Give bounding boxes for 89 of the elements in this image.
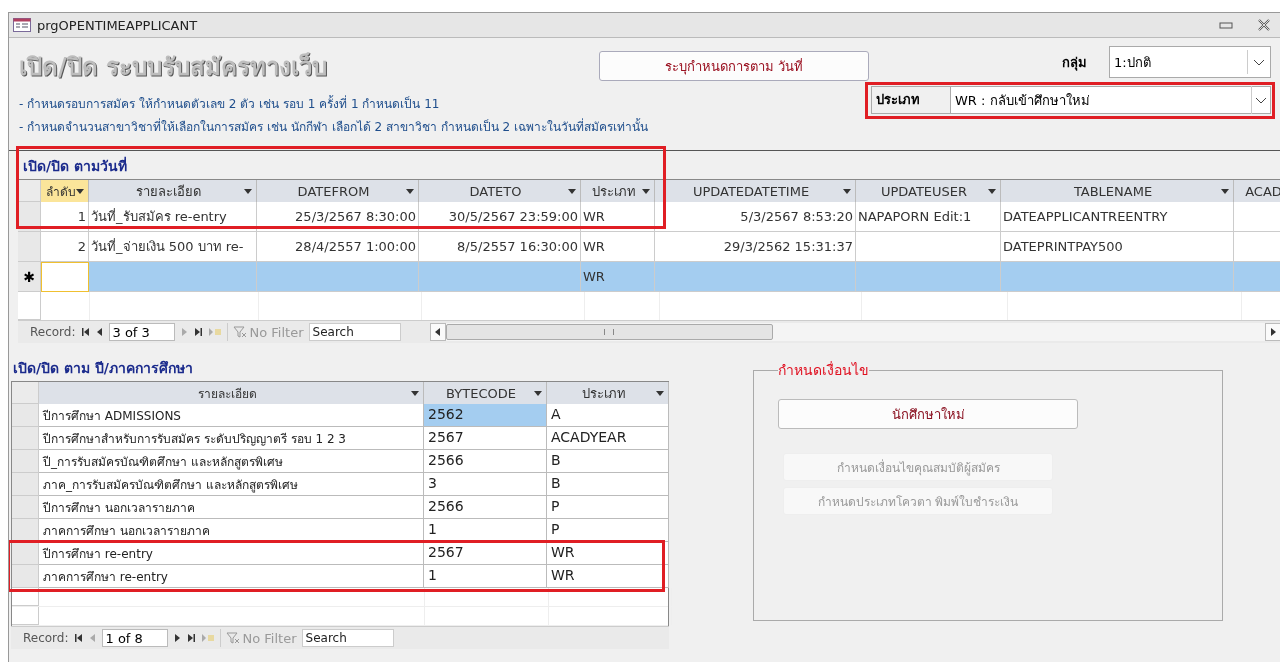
schedule-button[interactable]: ระบุกำหนดการตาม วันที่ [599,51,869,81]
sort-caret-icon[interactable] [244,188,252,194]
table-cell: P [547,519,669,542]
table-cell: 2566 [424,496,547,519]
table-cell: WR [581,232,655,262]
filter-icon [232,326,247,338]
close-icon[interactable] [1257,19,1271,31]
table-cell: 2567 [424,542,547,565]
table-cell: B [547,450,669,473]
first-record-icon[interactable] [73,633,84,643]
record-selector[interactable] [12,542,39,565]
window-title: prgOPENTIMEAPPLICANT [37,17,198,33]
table-cell: ปีการศึกษาสำหรับการรับสมัคร ระดับปริญญาตรี รอบ 1 2 3 [39,427,424,450]
table-cell: 8/5/2557 16:30:00 [419,232,581,262]
last-record-icon[interactable] [185,633,196,643]
table-cell: ภาคการศึกษา re-entry [39,565,424,588]
new-record-marker[interactable]: ✱ [18,262,41,292]
instruction-note: - กำหนดรอบการสมัคร ให้กำหนดตัวเลข 2 ตัว เช่น รอบ 1 ครั้งที่ 1 กำหนดเป็น 11 [19,94,441,113]
record-number-field[interactable]: 1 of 8 [101,629,168,647]
table-cell: 2566 [424,450,547,473]
sort-caret-icon[interactable] [642,188,650,194]
horizontal-scrollbar[interactable] [429,323,1280,341]
first-record-icon[interactable] [80,327,91,337]
sort-caret-icon[interactable] [76,188,84,194]
table-cell: 3 [424,473,547,496]
scrollbar-thumb[interactable] [445,324,773,340]
condition-button[interactable]: นักศึกษาใหม่ [778,399,1078,429]
form-icon [13,18,31,32]
search-field[interactable]: Search [301,629,394,647]
section-title: เปิด/ปิด ตามวันที่ [22,155,128,176]
record-label: Record: [30,325,76,339]
column-header[interactable]: ลำดับ [41,180,89,202]
table-cell [1234,262,1280,292]
table-cell: ปี_การรับสมัครบัณฑิตศึกษา และหลักสูตรพิเศษ [39,450,424,473]
scroll-right-icon[interactable] [1265,323,1280,341]
panel-title: กำหนดเงื่อนไข [778,360,869,380]
table-cell: ปีการศึกษา ADMISSIONS [39,404,424,427]
table-cell: WR [581,262,655,292]
type-dropdown[interactable]: WR : กลับเข้าศึกษาใหม่ [950,86,1271,114]
table-cell: B [547,473,669,496]
sort-caret-icon[interactable] [534,390,542,396]
form-heading: เปิด/ปิด ระบบรับสมัครทางเว็บ [19,51,329,83]
table-cell: ภาคการศึกษา นอกเวลารายภาค [39,519,424,542]
sort-caret-icon[interactable] [406,188,414,194]
table-cell: WR [547,542,669,565]
group-dropdown[interactable]: 1:ปกติ [1109,46,1271,78]
table-cell: A [547,404,669,427]
table-cell: ปีการศึกษา นอกเวลารายภาค [39,496,424,519]
search-field[interactable]: Search [308,323,401,341]
sort-caret-icon[interactable] [568,188,576,194]
sort-caret-icon[interactable] [656,390,664,396]
table-cell: 2562 [424,404,547,427]
table-cell: 5/3/2567 8:53:20 [655,202,856,232]
table-cell [41,262,89,292]
sort-caret-icon[interactable] [411,390,419,396]
instruction-note: - กำหนดจำนวนสาขาวิชาที่ให้เลือกในการสมัคร เช่น นักกีฬา เลือกได้ 2 สาขาวิชา กำหนดเป็น 2 เฉพาะในวันที่สมัครเท่านั้น [19,117,649,136]
sort-caret-icon[interactable] [1221,188,1229,194]
table-cell: 2 [41,232,89,262]
last-record-icon[interactable] [192,327,203,337]
table-cell: P [547,496,669,519]
record-selector[interactable] [12,519,39,542]
table-cell: 28/4/2557 1:00:00 [257,232,419,262]
filter-icon [225,632,240,644]
previous-record-icon[interactable] [95,327,104,337]
column-header[interactable]: รายละเอียด [39,382,424,404]
group-label: กลุ่ม [1062,53,1087,73]
table-cell: WR [547,565,669,588]
sort-caret-icon[interactable] [843,188,851,194]
table-cell: 2567 [424,427,547,450]
record-label: Record: [23,631,69,645]
minimize-icon[interactable] [1219,20,1233,30]
type-label: ประเภท [871,86,950,114]
table-cell: 1 [424,519,547,542]
section-title: เปิด/ปิด ตาม ปี/ภาคการศึกษา [12,359,194,378]
table-cell: ภาค_การรับสมัครบัณฑิตศึกษา และหลักสูตรพิเศษ [39,473,424,496]
table-cell: DATEPRINTPAY500 [1001,232,1234,262]
sort-caret-icon[interactable] [988,188,996,194]
next-record-icon[interactable] [172,633,181,643]
table-cell: 1 [424,565,547,588]
record-number-field[interactable]: 3 of 3 [108,323,175,341]
table-cell: 29/3/2562 15:31:37 [655,232,856,262]
scroll-left-icon[interactable] [429,323,446,341]
table-cell: DATEAPPLICANTREENTRY [1001,202,1234,232]
select-all-corner[interactable] [18,180,41,202]
table-cell: ACADYEAR [547,427,669,450]
table-cell: ปีการศึกษา re-entry [39,542,424,565]
table-cell: วันที่_จ่ายเงิน 500 บาท re- [89,232,257,262]
table-cell: NAPAPORN Edit:1 [856,202,1001,232]
column-header[interactable]: ประเภท [547,382,669,404]
